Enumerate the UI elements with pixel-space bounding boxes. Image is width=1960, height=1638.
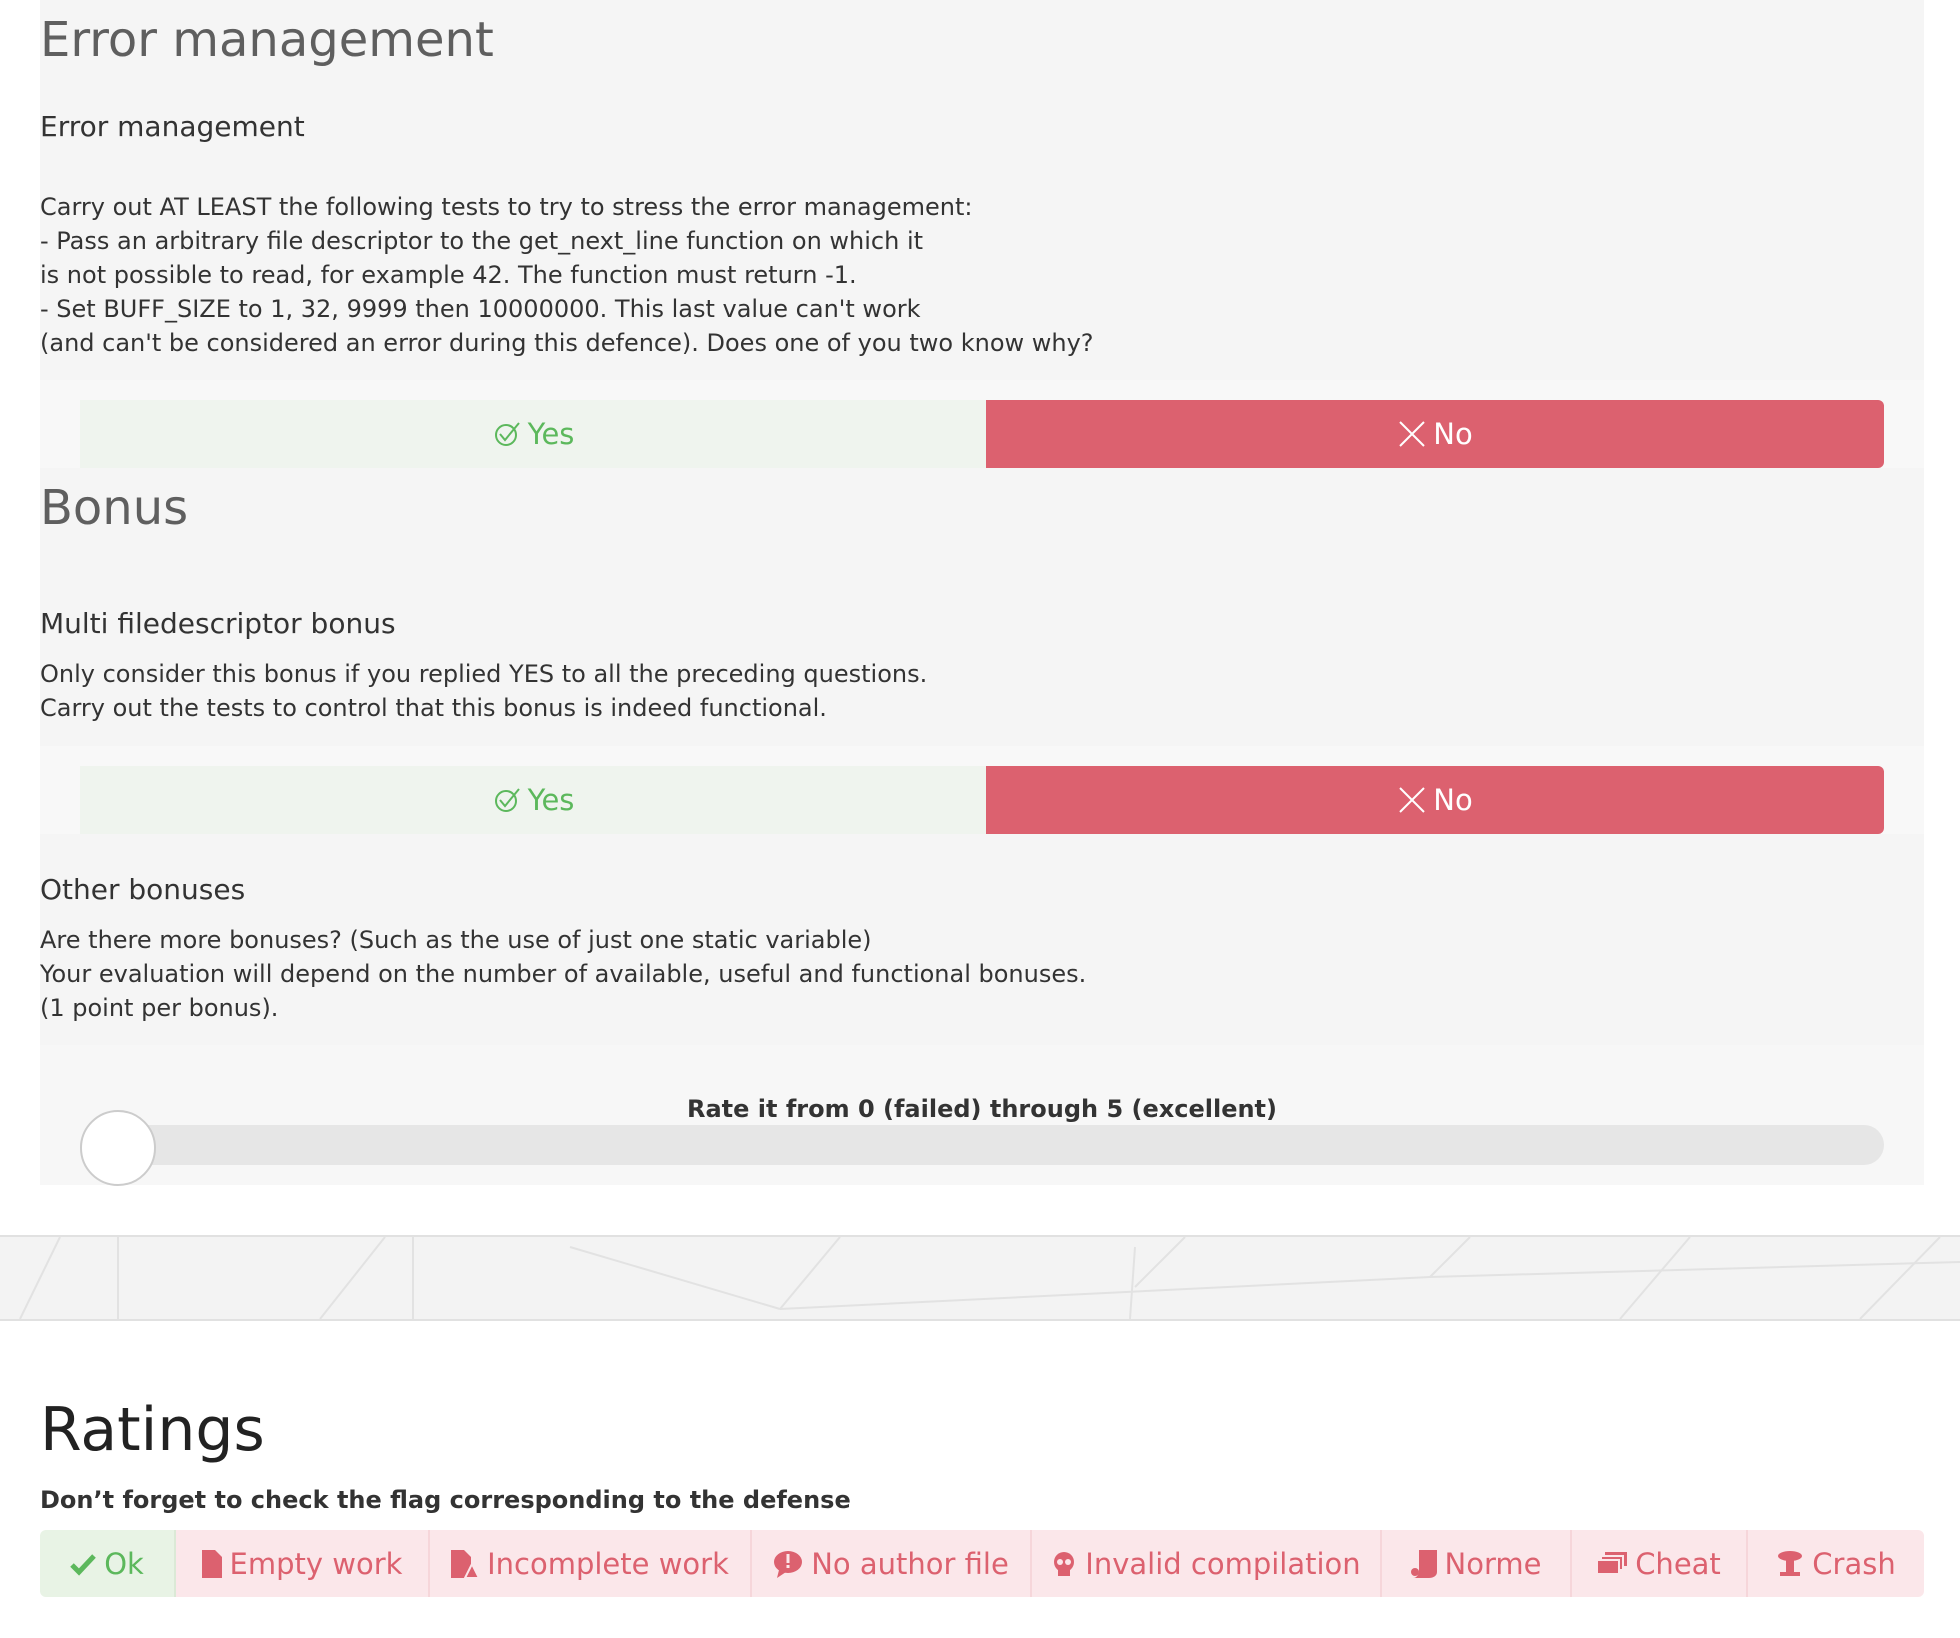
question-title-other-bonuses: Other bonuses [40, 873, 246, 906]
flag-label: Norme [1444, 1546, 1542, 1581]
decorative-divider-band [0, 1235, 1960, 1321]
flag-invalid-compilation-button[interactable]: Invalid compilation [1032, 1530, 1382, 1597]
flag-incomplete-work-button[interactable]: Incomplete work [430, 1530, 752, 1597]
file-icon [201, 1549, 222, 1578]
flag-label: Crash [1812, 1546, 1896, 1581]
flag-label: No author file [811, 1546, 1009, 1581]
flag-label: Cheat [1635, 1546, 1721, 1581]
flag-norme-button[interactable]: Norme [1382, 1530, 1572, 1597]
no-button-selected[interactable]: No [986, 766, 1884, 834]
no-button-selected[interactable]: No [986, 400, 1884, 468]
check-circle-icon [494, 788, 520, 812]
geometric-pattern [19, 1236, 1960, 1320]
stack-icon [1597, 1551, 1628, 1576]
flag-label: Ok [104, 1546, 144, 1581]
scroll-icon [1410, 1549, 1437, 1578]
flag-button-group: Ok Empty work Incomplete work No author … [40, 1530, 1924, 1597]
section-heading-bonus: Bonus [40, 480, 189, 536]
close-icon [1399, 787, 1425, 813]
explosion-icon [1776, 1550, 1804, 1578]
flag-empty-work-button[interactable]: Empty work [176, 1530, 430, 1597]
flag-cheat-button[interactable]: Cheat [1572, 1530, 1748, 1597]
question-description-multi-fd: Only consider this bonus if you replied … [40, 660, 928, 722]
skull-icon [1051, 1551, 1077, 1577]
rate-label: Rate it from 0 (failed) through 5 (excel… [687, 1095, 1277, 1123]
close-icon [1399, 421, 1425, 447]
flag-label: Empty work [229, 1546, 403, 1581]
ratings-note: Don’t forget to check the flag correspon… [40, 1486, 851, 1514]
ratings-title: Ratings [40, 1395, 265, 1465]
yes-button[interactable]: Yes [80, 766, 986, 834]
rating-slider-thumb[interactable] [80, 1110, 156, 1186]
flag-label: Invalid compilation [1085, 1546, 1361, 1581]
rating-slider-block: Rate it from 0 (failed) through 5 (excel… [40, 1045, 1924, 1186]
section-heading-error-management: Error management [40, 12, 494, 68]
question-description-other-bonuses: Are there more bonuses? (Such as the use… [40, 926, 1087, 1022]
question-title-error-management: Error management [40, 110, 305, 143]
question-title-multi-fd: Multi filedescriptor bonus [40, 607, 396, 640]
answer-row-error-management: Yes No [40, 380, 1924, 468]
flag-crash-button[interactable]: Crash [1748, 1530, 1924, 1597]
flag-ok-button[interactable]: Ok [40, 1530, 176, 1597]
question-description-error-management: Carry out AT LEAST the following tests t… [40, 193, 1094, 357]
check-icon [70, 1552, 97, 1576]
answer-row-multi-fd: Yes No [40, 746, 1924, 834]
yes-label: Yes [527, 417, 575, 451]
incomplete-file-icon [451, 1549, 480, 1578]
no-label: No [1433, 417, 1473, 451]
flag-no-author-file-button[interactable]: No author file [752, 1530, 1032, 1597]
yes-button[interactable]: Yes [80, 400, 986, 468]
yes-label: Yes [527, 783, 575, 817]
check-circle-icon [494, 422, 520, 446]
no-label: No [1433, 783, 1473, 817]
comment-alert-icon [773, 1550, 803, 1578]
flag-label: Incomplete work [487, 1546, 729, 1581]
rating-slider-track[interactable] [80, 1125, 1884, 1165]
